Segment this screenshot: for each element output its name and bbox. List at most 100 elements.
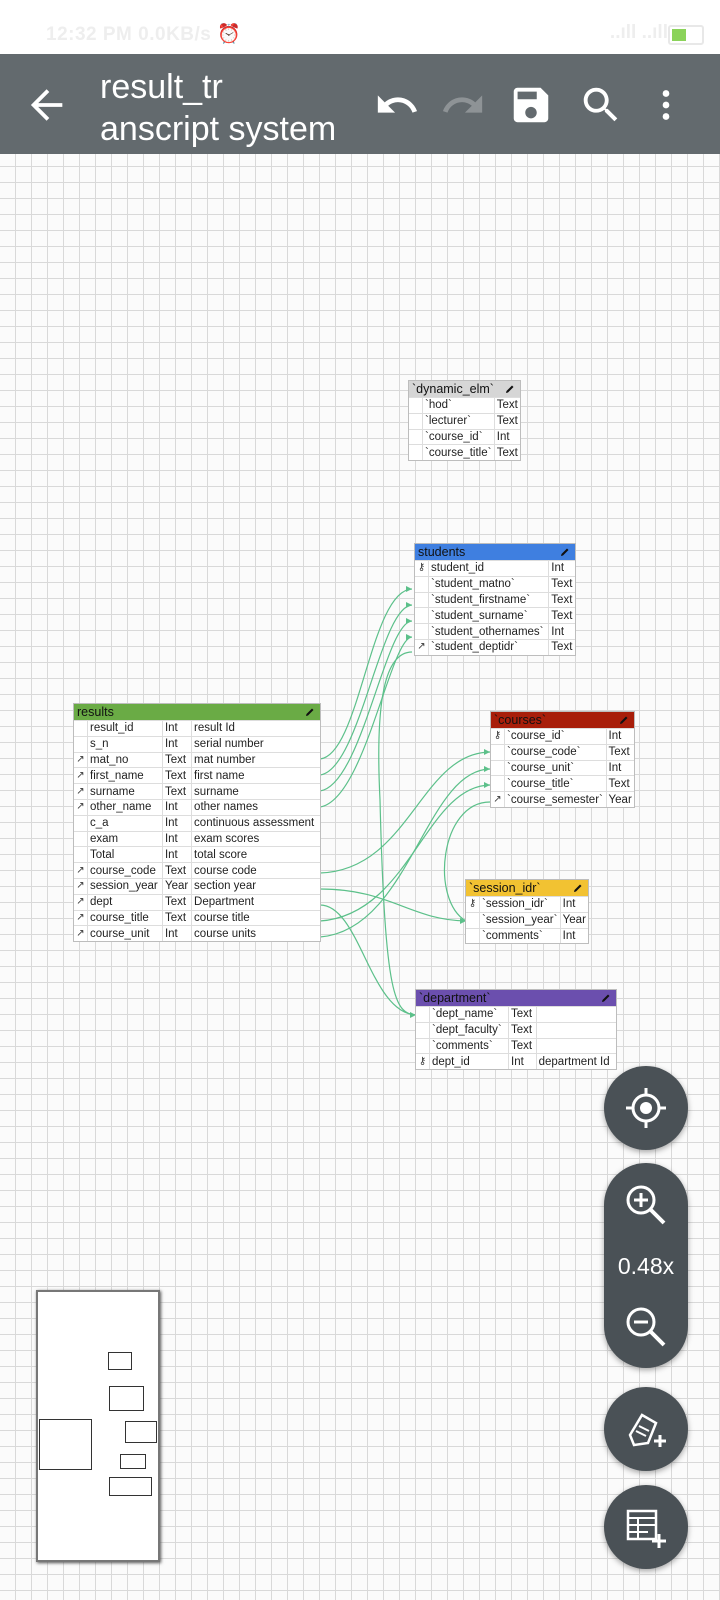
add-note-button[interactable]	[604, 1387, 688, 1471]
column-row[interactable]: ⚷ dept_id Int department Id	[416, 1053, 616, 1070]
table-header[interactable]: `department`	[416, 990, 616, 1006]
minimap-table-dynamic-elm	[108, 1352, 132, 1370]
table-header[interactable]: students	[415, 544, 575, 560]
column-row[interactable]: ↗ `student_deptidr` Text	[415, 638, 575, 655]
column-row[interactable]: `hod` Text	[409, 397, 520, 414]
column-row[interactable]: `student_matno` Text	[415, 575, 575, 593]
column-row[interactable]: ↗ other_name Int other names	[74, 798, 320, 816]
column-row[interactable]: Total Int total score	[74, 846, 320, 863]
column-name: `dept_faculty`	[428, 1021, 509, 1039]
foreign-key-icon: ↗	[74, 909, 88, 926]
column-row[interactable]: `course_unit` Int	[491, 759, 634, 776]
column-type: Text	[548, 638, 575, 655]
column-row[interactable]: exam Int exam scores	[74, 830, 320, 847]
column-row[interactable]: `lecturer` Text	[409, 412, 520, 430]
zoom-out-icon[interactable]	[622, 1303, 670, 1351]
edit-pencil-icon[interactable]	[618, 714, 630, 726]
column-row[interactable]: ⚷ `session_idr` Int	[466, 896, 588, 913]
table-header[interactable]: results	[74, 704, 320, 720]
column-name: `course_unit`	[504, 759, 607, 776]
minimap[interactable]	[36, 1290, 160, 1562]
column-row[interactable]: `course_id` Int	[409, 428, 520, 445]
column-row[interactable]: ↗ `course_semester` Year	[491, 791, 634, 807]
table-dynamic-elm[interactable]: `dynamic_elm` `hod` Text `lecturer` Text `co…	[408, 380, 521, 462]
column-name: `course_id`	[504, 728, 607, 745]
column-row[interactable]: `student_firstname` Text	[415, 591, 575, 608]
column-name: `student_surname`	[427, 607, 549, 624]
column-row[interactable]: `course_title` Text	[491, 775, 634, 792]
key-cell	[409, 428, 423, 445]
column-row[interactable]: `course_code` Text	[491, 743, 634, 761]
table-header[interactable]: `dynamic_elm`	[409, 381, 520, 397]
edit-pencil-icon[interactable]	[600, 992, 612, 1004]
foreign-key-icon: ↗	[74, 862, 88, 879]
column-row[interactable]: ⚷ `course_id` Int	[491, 728, 634, 745]
column-name: `student_firstname`	[427, 591, 549, 608]
edit-pencil-icon[interactable]	[504, 383, 516, 395]
column-row[interactable]: `comments` Int	[466, 927, 588, 944]
status-time: 12:32 PM 0.0KB/s ⏰	[46, 24, 242, 45]
table-courses[interactable]: `courses` ⚷ `course_id` Int `course_code` Te…	[490, 711, 635, 808]
table-students[interactable]: students ⚷ student_id Int `student_matno` Te…	[414, 543, 576, 656]
column-type: Text	[548, 575, 575, 593]
primary-key-icon: ⚷	[416, 1053, 430, 1070]
column-name: s_n	[87, 735, 163, 753]
column-row[interactable]: ↗ surname Text surname	[74, 783, 320, 800]
locate-button[interactable]	[604, 1066, 688, 1150]
column-row[interactable]: ↗ course_title Text course title	[74, 909, 320, 926]
column-row[interactable]: `session_year` Year	[466, 911, 588, 929]
column-name: `dept_name`	[428, 1006, 509, 1023]
redo-icon[interactable]	[440, 82, 486, 128]
column-row[interactable]: result_id Int result Id	[74, 720, 320, 737]
column-row[interactable]: ↗ mat_no Text mat number	[74, 751, 320, 768]
column-name: course_unit	[87, 925, 163, 942]
column-row[interactable]: `dept_name` Text	[416, 1006, 616, 1023]
column-row[interactable]: c_a Int continuous assessment	[74, 814, 320, 832]
table-name: `courses`	[494, 713, 547, 727]
table-department[interactable]: `department` `dept_name` Text `dept_facult…	[415, 989, 617, 1071]
column-row[interactable]: `comments` Text	[416, 1037, 616, 1054]
column-type: Text	[493, 444, 520, 461]
edit-pencil-icon[interactable]	[304, 706, 316, 718]
column-row[interactable]: `student_othernames` Int	[415, 623, 575, 640]
column-row[interactable]: `dept_faculty` Text	[416, 1021, 616, 1039]
column-name: first_name	[87, 767, 163, 784]
column-name: result_id	[87, 720, 163, 737]
column-row[interactable]: `student_surname` Text	[415, 607, 575, 624]
table-header[interactable]: `session_idr`	[466, 880, 588, 896]
column-row[interactable]: ↗ dept Text Department	[74, 893, 320, 911]
column-name: surname	[87, 783, 163, 800]
column-row[interactable]: `course_title` Text	[409, 444, 520, 461]
column-row[interactable]: ↗ course_code Text course code	[74, 862, 320, 879]
table-header[interactable]: `courses`	[491, 712, 634, 728]
column-comment: first name	[191, 767, 320, 784]
column-name: `course_code`	[504, 743, 607, 761]
undo-icon[interactable]	[374, 82, 420, 128]
arrow-left-icon[interactable]	[24, 82, 70, 128]
minimap-table-students	[109, 1386, 144, 1411]
column-row[interactable]: s_n Int serial number	[74, 735, 320, 753]
key-cell	[409, 412, 423, 430]
more-vert-icon[interactable]	[654, 82, 678, 128]
zoom-control: 0.48x	[604, 1163, 688, 1368]
column-name: other_name	[87, 798, 163, 816]
table-results[interactable]: results result_id Int result Id s_n Int seria…	[73, 703, 321, 943]
save-icon[interactable]	[508, 82, 554, 128]
search-icon[interactable]	[578, 82, 624, 128]
column-row[interactable]: ↗ session_year Year section year	[74, 877, 320, 895]
edit-pencil-icon[interactable]	[572, 882, 584, 894]
column-row[interactable]: ↗ course_unit Int course units	[74, 925, 320, 942]
edit-pencil-icon[interactable]	[559, 546, 571, 558]
column-comment: surname	[191, 783, 320, 800]
column-row[interactable]: ⚷ student_id Int	[415, 560, 575, 577]
add-table-button[interactable]	[604, 1485, 688, 1569]
column-name: Total	[87, 846, 163, 863]
zoom-in-icon[interactable]	[622, 1181, 670, 1229]
columns-list: `hod` Text `lecturer` Text `course_id` Int `co…	[409, 397, 520, 461]
column-name: dept_id	[428, 1053, 509, 1070]
columns-list: result_id Int result Id s_n Int serial number…	[74, 720, 320, 942]
table-session-idr[interactable]: `session_idr` ⚷ `session_idr` Int `session_…	[465, 879, 589, 945]
column-type: Int	[161, 735, 192, 753]
column-row[interactable]: ↗ first_name Text first name	[74, 767, 320, 784]
column-comment: other names	[191, 798, 320, 816]
